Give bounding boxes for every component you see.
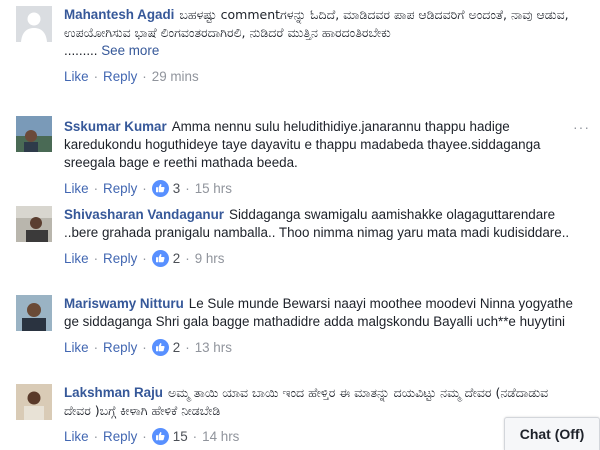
comment-list: Mahantesh Agadi ಬಹಳಷ್ಟು commentಗಳನ್ನು ಓದಿ… <box>0 0 600 450</box>
ellipsis: ......... <box>64 43 98 58</box>
reaction-count[interactable]: 3 <box>173 181 180 196</box>
comment-text: Shivasharan Vandaganur Siddaganga swamiga… <box>64 206 578 242</box>
user-photo-icon <box>16 384 52 420</box>
comment-time[interactable]: 13 hrs <box>195 340 232 355</box>
reply-link[interactable]: Reply <box>103 251 137 266</box>
separator-dot: · <box>185 180 190 196</box>
comment-actions: Like · Reply · 3 · 15 hrs <box>64 178 578 198</box>
separator-dot: · <box>185 250 190 266</box>
comment-actions: Like · Reply · 2 · 13 hrs <box>64 337 578 357</box>
comment-author[interactable]: Mahantesh Agadi <box>64 7 174 22</box>
comment-time[interactable]: 14 hrs <box>202 429 239 444</box>
like-link[interactable]: Like <box>64 340 89 355</box>
reply-link[interactable]: Reply <box>103 340 137 355</box>
user-photo-icon <box>16 206 52 242</box>
separator-dot: · <box>185 339 190 355</box>
comment-text: Mahantesh Agadi ಬಹಳಷ್ಟು commentಗಳನ್ನು ಓದಿ… <box>64 6 578 60</box>
comment-actions: Like · Reply · 15 · 14 hrs <box>64 426 578 446</box>
reply-link[interactable]: Reply <box>103 429 137 444</box>
like-link[interactable]: Like <box>64 429 89 444</box>
comment-text: Lakshman Raju ಅಮ್ಮ ತಾಯಿ ಯಾವ ಬಾಯಿ ಇಂದ ಹೇಳ್… <box>64 384 578 420</box>
see-more-link[interactable]: See more <box>101 43 159 58</box>
like-link[interactable]: Like <box>64 69 89 84</box>
comment-text: Sskumar Kumar Amma nennu sulu heludithidi… <box>64 118 578 172</box>
separator-dot: · <box>142 428 147 444</box>
like-link[interactable]: Like <box>64 251 89 266</box>
comment-actions: Like · Reply · 2 · 9 hrs <box>64 248 578 268</box>
reaction-count[interactable]: 15 <box>173 429 188 444</box>
comment-author[interactable]: Sskumar Kumar <box>64 119 167 134</box>
chat-label: Chat (Off) <box>519 426 585 442</box>
separator-dot: · <box>93 68 99 84</box>
separator-dot: · <box>93 250 99 266</box>
user-photo-icon <box>16 116 52 152</box>
default-avatar-icon <box>16 6 52 42</box>
comment-author[interactable]: Lakshman Raju <box>64 385 163 400</box>
more-options-icon[interactable]: ··· <box>573 120 590 134</box>
reaction-count[interactable]: 2 <box>173 340 180 355</box>
chat-tab[interactable]: Chat (Off) <box>504 417 600 450</box>
reply-link[interactable]: Reply <box>103 181 137 196</box>
like-link[interactable]: Like <box>64 181 89 196</box>
separator-dot: · <box>142 68 147 84</box>
thumbs-up-icon[interactable] <box>151 249 169 267</box>
separator-dot: · <box>142 250 147 266</box>
separator-dot: · <box>93 428 99 444</box>
user-photo-icon <box>16 295 52 331</box>
avatar[interactable] <box>16 6 52 42</box>
reaction-count[interactable]: 2 <box>173 251 180 266</box>
comment-actions: Like · Reply · 29 mins <box>64 66 578 86</box>
avatar[interactable] <box>16 384 52 420</box>
comment-time[interactable]: 15 hrs <box>195 181 232 196</box>
comment-author[interactable]: Mariswamy Nitturu <box>64 296 184 311</box>
thumbs-up-icon[interactable] <box>151 427 169 445</box>
comment-text: Mariswamy Nitturu Le Sule munde Bewarsi n… <box>64 295 578 331</box>
separator-dot: · <box>93 180 99 196</box>
reply-link[interactable]: Reply <box>103 69 137 84</box>
separator-dot: · <box>142 339 147 355</box>
separator-dot: · <box>192 428 198 444</box>
avatar[interactable] <box>16 295 52 331</box>
comment-time[interactable]: 29 mins <box>152 69 199 84</box>
avatar[interactable] <box>16 116 52 152</box>
comment-time[interactable]: 9 hrs <box>195 251 225 266</box>
comment-author[interactable]: Shivasharan Vandaganur <box>64 207 224 222</box>
thumbs-up-icon[interactable] <box>151 179 169 197</box>
thumbs-up-icon[interactable] <box>151 338 169 356</box>
avatar[interactable] <box>16 206 52 242</box>
separator-dot: · <box>93 339 99 355</box>
separator-dot: · <box>142 180 147 196</box>
